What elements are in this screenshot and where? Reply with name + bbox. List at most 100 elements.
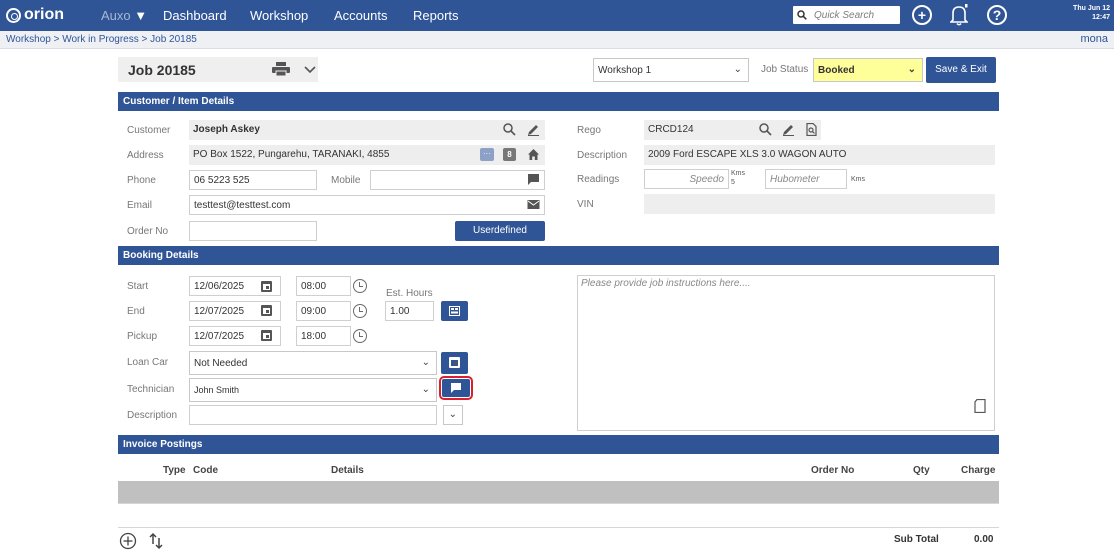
search-placeholder: Quick Search bbox=[814, 9, 875, 21]
bell-icon[interactable] bbox=[950, 4, 968, 26]
start-time-value: 08:00 bbox=[301, 281, 327, 292]
pickup-label: Pickup bbox=[127, 331, 158, 342]
calendar-icon[interactable] bbox=[261, 281, 272, 292]
orion-logo[interactable]: orion bbox=[6, 6, 64, 24]
mobile-field[interactable] bbox=[370, 170, 545, 190]
nav-accounts[interactable]: Accounts bbox=[334, 8, 387, 23]
clock-icon[interactable] bbox=[353, 279, 367, 293]
subtotal-value: 0.00 bbox=[974, 534, 994, 545]
start-label: Start bbox=[127, 281, 149, 292]
nav-workshop[interactable]: Workshop bbox=[250, 8, 308, 23]
col-qty: Qty bbox=[913, 465, 930, 476]
edit-pencil-icon[interactable] bbox=[782, 123, 795, 136]
chevron-down-icon: ▼ bbox=[134, 8, 148, 23]
vehicle-description-value: 2009 Ford ESCAPE XLS 3.0 WAGON AUTO bbox=[648, 149, 847, 160]
booking-section-header: Booking Details bbox=[118, 246, 999, 265]
calendar-icon bbox=[449, 357, 460, 368]
loancar-calendar-button[interactable] bbox=[441, 352, 468, 374]
clock-display: Thu Jun 12 12:47 bbox=[1073, 4, 1110, 22]
job-status-select[interactable]: Booked ⌄ bbox=[813, 58, 923, 82]
user-name[interactable]: mona bbox=[1080, 33, 1108, 45]
chevron-down-icon: ⌄ bbox=[448, 409, 457, 420]
add-line-icon[interactable] bbox=[119, 532, 137, 550]
edit-pencil-icon[interactable] bbox=[527, 123, 540, 136]
speedo-unit: Kms bbox=[731, 170, 745, 177]
save-exit-button[interactable]: Save & Exit bbox=[926, 57, 996, 83]
pickup-time-field[interactable]: 18:00 bbox=[296, 326, 351, 346]
description-dropdown[interactable]: ⌄ bbox=[443, 405, 463, 425]
page-title: Job 20185 bbox=[128, 62, 196, 78]
divider bbox=[118, 503, 999, 504]
more-icon[interactable]: ··· bbox=[480, 148, 494, 161]
est-hours-value: 1.00 bbox=[390, 306, 410, 317]
pickup-time-value: 18:00 bbox=[301, 331, 327, 342]
loancar-select[interactable]: Not Needed ⌄ bbox=[189, 351, 437, 375]
calendar-icon[interactable] bbox=[261, 330, 272, 341]
orderno-label: Order No bbox=[127, 226, 169, 237]
sort-icon[interactable] bbox=[148, 532, 164, 550]
printer-icon[interactable] bbox=[272, 62, 290, 76]
job-status-label: Job Status bbox=[761, 64, 809, 75]
chevron-down-icon: ⌄ bbox=[733, 64, 742, 75]
vin-field[interactable] bbox=[644, 194, 995, 214]
technician-label: Technician bbox=[127, 384, 175, 395]
technician-message-button[interactable] bbox=[442, 379, 470, 397]
help-icon[interactable]: ? bbox=[987, 5, 1007, 25]
search-icon[interactable] bbox=[503, 123, 516, 136]
userdefined-button[interactable]: Userdefined bbox=[455, 221, 545, 241]
search-icon bbox=[797, 10, 807, 20]
invoice-section-header: Invoice Postings bbox=[118, 435, 999, 454]
loancar-label: Loan Car bbox=[127, 357, 169, 368]
end-date-value: 12/07/2025 bbox=[194, 306, 245, 317]
breadcrumb[interactable]: Workshop > Work in Progress > Job 20185 bbox=[6, 34, 197, 45]
technician-select[interactable]: John Smith ⌄ bbox=[189, 378, 437, 402]
message-icon[interactable] bbox=[527, 173, 540, 186]
chevron-down-icon[interactable] bbox=[304, 64, 316, 74]
date-text: Thu Jun 12 bbox=[1073, 5, 1110, 12]
job-status-value: Booked bbox=[818, 65, 855, 76]
nav-dashboard[interactable]: Dashboard bbox=[163, 8, 227, 23]
phone-field[interactable]: 06 5223 525 bbox=[189, 170, 317, 190]
job-instructions-placeholder: Please provide job instructions here.... bbox=[581, 278, 751, 289]
rego-value: CRCD124 bbox=[648, 124, 694, 135]
hubometer-field[interactable]: Hubometer bbox=[765, 169, 847, 189]
job-instructions-textarea[interactable]: Please provide job instructions here.... bbox=[577, 275, 995, 431]
email-field[interactable]: testtest@testtest.com bbox=[189, 195, 545, 215]
clock-icon[interactable] bbox=[353, 304, 367, 318]
document-icon[interactable] bbox=[974, 399, 986, 413]
envelope-icon[interactable] bbox=[527, 198, 540, 211]
speedo-field[interactable]: Speedo bbox=[644, 169, 729, 189]
clock-icon[interactable] bbox=[353, 329, 367, 343]
search-icon[interactable] bbox=[759, 123, 772, 136]
start-time-field[interactable]: 08:00 bbox=[296, 276, 351, 296]
end-label: End bbox=[127, 306, 145, 317]
calculator-icon bbox=[449, 306, 460, 316]
customer-field[interactable]: Joseph Askey bbox=[189, 120, 545, 140]
job-title-box: Job 20185 bbox=[118, 57, 318, 82]
workshop-select[interactable]: Workshop 1 ⌄ bbox=[593, 58, 749, 82]
est-hours-field[interactable]: 1.00 bbox=[385, 301, 434, 321]
phone-value: 06 5223 525 bbox=[194, 175, 250, 186]
customer-label: Customer bbox=[127, 125, 171, 136]
vehicle-description-field[interactable]: 2009 Ford ESCAPE XLS 3.0 WAGON AUTO bbox=[644, 145, 995, 165]
top-navbar: orion Auxo ▼ Dashboard Workshop Accounts… bbox=[0, 0, 1114, 31]
calculator-button[interactable] bbox=[441, 301, 468, 321]
google-plus-icon[interactable]: 8 bbox=[503, 148, 516, 161]
home-icon[interactable] bbox=[527, 148, 540, 161]
vin-label: VIN bbox=[577, 199, 594, 210]
document-search-icon[interactable] bbox=[805, 123, 818, 136]
chat-icon bbox=[451, 383, 461, 393]
add-icon[interactable]: + bbox=[912, 5, 932, 25]
subtotal-label: Sub Total bbox=[894, 534, 939, 545]
col-details: Details bbox=[331, 465, 364, 476]
nav-auxo[interactable]: Auxo ▼ bbox=[101, 8, 147, 23]
orderno-field[interactable] bbox=[189, 221, 317, 241]
calendar-icon[interactable] bbox=[261, 305, 272, 316]
table-row[interactable] bbox=[118, 481, 999, 503]
end-time-field[interactable]: 09:00 bbox=[296, 301, 351, 321]
nav-reports[interactable]: Reports bbox=[413, 8, 459, 23]
quick-search-input[interactable]: Quick Search bbox=[793, 6, 900, 24]
col-code: Code bbox=[193, 465, 218, 476]
workshop-select-value: Workshop 1 bbox=[598, 65, 652, 76]
booking-description-field[interactable] bbox=[189, 405, 437, 425]
